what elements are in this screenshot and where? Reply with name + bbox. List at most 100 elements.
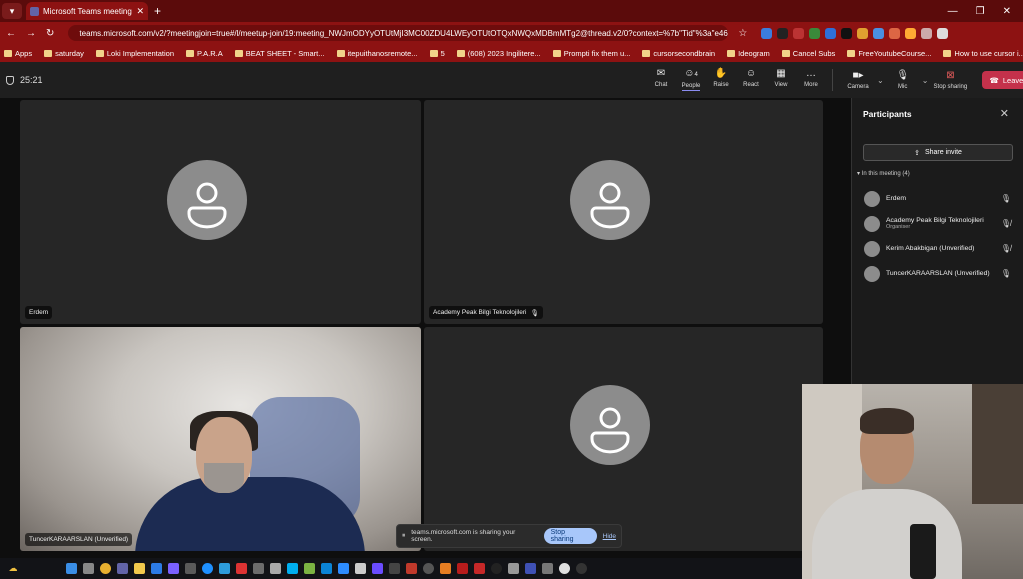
extension-icon[interactable]: [761, 27, 773, 39]
extension-icon[interactable]: [905, 27, 917, 39]
tab-search-icon[interactable]: ▾: [2, 3, 22, 19]
bookmark-item[interactable]: Ideogram: [727, 49, 770, 58]
extension-icon[interactable]: [793, 27, 805, 39]
video-tile[interactable]: Academy Peak Bilgi Teknolojileri 🎙︎: [424, 100, 823, 324]
video-tile[interactable]: TuncerKARAARSLAN (Unverified): [20, 327, 421, 551]
stop-sharing-pill-button[interactable]: Stop sharing: [543, 528, 597, 544]
app-icon[interactable]: [474, 563, 485, 574]
window-close-icon[interactable]: ✕: [1003, 6, 1011, 17]
extensions-puzzle-icon[interactable]: [921, 27, 933, 39]
app-icon[interactable]: [406, 563, 417, 574]
minimize-icon[interactable]: —: [948, 6, 958, 17]
bookmark-item[interactable]: Cancel Subs: [781, 49, 835, 58]
bookmark-item[interactable]: itepuithanosremote...: [336, 49, 418, 58]
people-button[interactable]: ☺4 People: [676, 69, 706, 91]
bookmark-item[interactable]: Loki Implementation: [95, 49, 174, 58]
camera-button[interactable]: ■▸ Camera: [839, 70, 877, 90]
app-icon[interactable]: [168, 563, 179, 574]
bookmark-item[interactable]: How to use cursor i...: [943, 49, 1023, 58]
zoom-icon[interactable]: [338, 563, 349, 574]
participant-row[interactable]: Erdem 🎙︎: [852, 186, 1023, 211]
skype-icon[interactable]: [287, 563, 298, 574]
extension-icon[interactable]: [857, 27, 869, 39]
video-tile[interactable]: Erdem: [20, 100, 421, 324]
teams-favicon-icon: [30, 6, 39, 16]
in-meeting-section-header[interactable]: ▾ In this meeting (4): [857, 170, 910, 177]
app-icon[interactable]: [219, 563, 230, 574]
app-icon[interactable]: [559, 563, 570, 574]
stop-sharing-button[interactable]: ⊠ Stop sharing: [928, 69, 972, 90]
weather-icon[interactable]: ☁: [0, 563, 26, 574]
app-icon[interactable]: [440, 563, 451, 574]
extension-icon[interactable]: [889, 27, 901, 39]
camera-options-chevron-icon[interactable]: ⌄: [877, 76, 884, 85]
bookmark-item[interactable]: (608) 2023 Ingilitere...: [456, 49, 541, 58]
chrome-icon[interactable]: [100, 563, 111, 574]
app-icon[interactable]: [185, 563, 196, 574]
bookmark-item[interactable]: cursorsecondbrain: [642, 49, 715, 58]
more-button[interactable]: … More: [796, 69, 826, 91]
maximize-icon[interactable]: ❐: [976, 6, 985, 17]
forward-icon[interactable]: →: [26, 28, 36, 39]
bookmark-item[interactable]: Prompti fix them u...: [552, 49, 630, 58]
reload-icon[interactable]: ↻: [46, 28, 54, 39]
close-panel-icon[interactable]: ✕: [1000, 107, 1009, 120]
app-icon[interactable]: [355, 563, 366, 574]
back-icon[interactable]: ←: [6, 28, 16, 39]
extension-icon[interactable]: [809, 27, 821, 39]
bookmark-item[interactable]: FreeYoutubeCourse...: [847, 49, 931, 58]
view-button[interactable]: ▦ View: [766, 69, 796, 91]
participant-row[interactable]: Academy Peak Bilgi Teknolojileri Organise…: [852, 211, 1023, 236]
pause-icon: ⏸: [402, 532, 406, 539]
mic-button[interactable]: 🎙︎ Mic: [884, 70, 922, 90]
bookmark-star-icon[interactable]: ☆: [738, 28, 747, 39]
profile-avatar-icon[interactable]: [937, 27, 949, 39]
url-input[interactable]: teams.microsoft.com/v2/?meetingjoin=true…: [68, 25, 729, 41]
app-icon[interactable]: [457, 563, 468, 574]
extension-icon[interactable]: [825, 27, 837, 39]
app-icon[interactable]: [508, 563, 519, 574]
app-icon[interactable]: [423, 563, 434, 574]
acrobat-icon[interactable]: [236, 563, 247, 574]
video-tile[interactable]: [424, 327, 823, 551]
app-icon[interactable]: [253, 563, 264, 574]
start-icon[interactable]: [66, 563, 77, 574]
file-explorer-icon[interactable]: [83, 563, 94, 574]
share-invite-button[interactable]: ⇪ Share invite: [863, 144, 1013, 161]
chat-button[interactable]: ✉ Chat: [646, 69, 676, 91]
tab-close-icon[interactable]: ✕: [136, 6, 144, 17]
app-icon[interactable]: [491, 563, 502, 574]
app-icon[interactable]: [542, 563, 553, 574]
new-tab-icon[interactable]: +: [154, 4, 161, 18]
edge-icon[interactable]: [202, 563, 213, 574]
stop-share-icon: ⊠: [946, 69, 955, 81]
app-icon[interactable]: [151, 563, 162, 574]
avatar: [864, 215, 880, 232]
bookmark-item[interactable]: 5: [429, 49, 445, 58]
folder-icon[interactable]: [134, 563, 145, 574]
bookmark-item[interactable]: Apps: [4, 49, 32, 58]
extension-icon[interactable]: [841, 27, 853, 39]
raise-button[interactable]: ✋ Raise: [706, 69, 736, 91]
app-icon[interactable]: [304, 563, 315, 574]
mic-options-chevron-icon[interactable]: ⌄: [922, 76, 929, 85]
settings-icon[interactable]: [270, 563, 281, 574]
hide-notice-link[interactable]: Hide: [603, 533, 616, 540]
react-button[interactable]: ☺ React: [736, 69, 766, 91]
leave-button[interactable]: ☎ Leave: [982, 71, 1023, 89]
participant-row[interactable]: TuncerKARAARSLAN (Unverified) 🎙︎: [852, 261, 1023, 286]
extension-icon[interactable]: [777, 27, 789, 39]
participant-row[interactable]: Kerim Abakbigan (Unverified) 🎙︎̸: [852, 236, 1023, 261]
app-icon[interactable]: [576, 563, 587, 574]
bookmark-item[interactable]: saturday: [44, 49, 84, 58]
app-icon[interactable]: [372, 563, 383, 574]
bookmark-folder-icon: [552, 49, 561, 57]
browser-tab[interactable]: Microsoft Teams meeting | ✕: [26, 2, 148, 20]
app-icon[interactable]: [321, 563, 332, 574]
app-icon[interactable]: [389, 563, 400, 574]
app-icon[interactable]: [525, 563, 536, 574]
bookmark-item[interactable]: P.A.R.A: [186, 49, 223, 58]
bookmark-item[interactable]: BEAT SHEET - Smart...: [234, 49, 325, 58]
extension-icon[interactable]: [873, 27, 885, 39]
teams-icon[interactable]: [117, 563, 128, 574]
